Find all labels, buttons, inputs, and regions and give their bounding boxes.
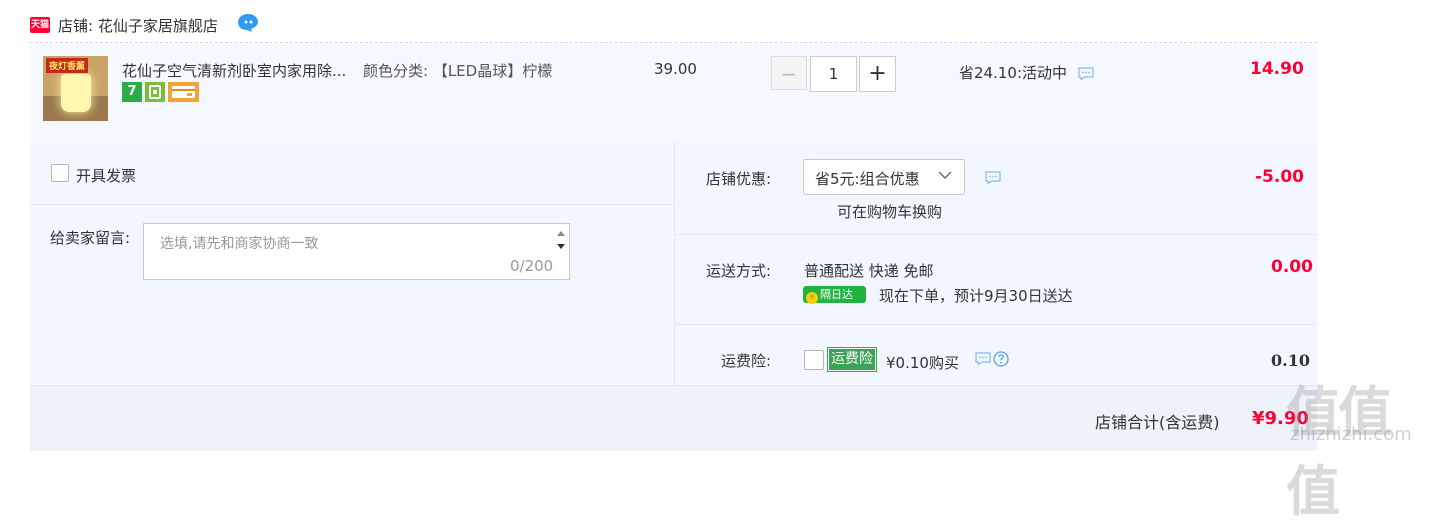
shipping-method: 普通配送 快递 免邮: [804, 262, 934, 280]
shipping-amount: 0.00: [1271, 257, 1313, 277]
memo-char-counter: 0/200: [510, 257, 554, 275]
promotion-status: 省24.10:活动中: [959, 62, 1094, 83]
shipping-insurance-checkbox[interactable]: [804, 350, 824, 370]
store-total-label: 店铺合计(含运费): [1095, 413, 1220, 432]
shipping-insurance-price: ¥0.10购买: [886, 354, 959, 372]
credit-card-icon[interactable]: [168, 82, 199, 102]
chat-bubble-icon[interactable]: [985, 171, 1001, 184]
watermark-site: zhizhizhi.com: [1290, 424, 1412, 445]
invoice-label[interactable]: 开具发票: [76, 165, 136, 186]
promotion-text: 省24.10:活动中: [959, 64, 1067, 82]
panel-divider: [674, 324, 1317, 325]
shop-discount-selected: 省5元:组合优惠: [815, 170, 920, 188]
memo-placeholder: 选填,请先和商家协商一致: [160, 236, 319, 252]
shop-discount-amount: -5.00: [1255, 167, 1304, 187]
chat-bubble-icon[interactable]: [975, 352, 991, 365]
shipping-eta: 现在下单，预计9月30日送达: [879, 287, 1073, 305]
shop-discount-note: 可在购物车换购: [837, 203, 943, 221]
guarantee-icon[interactable]: [145, 82, 165, 102]
shipping-insurance-label: 运费险:: [721, 352, 772, 370]
panel-divider: [30, 204, 674, 205]
product-sku: 颜色分类: 【LED晶球】柠檬: [363, 62, 553, 80]
thumbnail-caption: 夜灯香薰: [46, 58, 89, 73]
shipping-insurance-badge: 运费险: [827, 347, 877, 372]
memo-scroll-arrows[interactable]: [555, 226, 567, 254]
shipping-label: 运送方式:: [706, 262, 772, 280]
product-title-link[interactable]: 花仙子空气清新剂卧室内家用除...: [122, 60, 346, 81]
invoice-checkbox[interactable]: [51, 164, 69, 182]
wangwang-chat-icon[interactable]: [237, 13, 259, 33]
item-subtotal: 14.90: [1250, 59, 1304, 79]
shop-discount-label: 店铺优惠:: [706, 170, 772, 188]
product-thumbnail[interactable]: 夜灯香薰: [43, 56, 108, 121]
seven-day-return-icon[interactable]: 7: [122, 82, 142, 102]
store-name[interactable]: 店铺: 花仙子家居旗舰店: [58, 15, 218, 36]
cart-item-row: [30, 44, 1317, 142]
next-day-badge: ⚡ 隔日达: [803, 286, 866, 304]
next-day-badge-text: 隔日达: [820, 288, 853, 301]
memo-label: 给卖家留言:: [50, 229, 131, 247]
watermark-logo: 值值值: [1286, 380, 1392, 523]
chat-bubble-icon[interactable]: [1078, 67, 1094, 81]
panel-divider: [674, 234, 1317, 235]
quantity-decrease-button[interactable]: −: [771, 56, 807, 90]
service-icons: 7: [122, 82, 202, 102]
lightning-icon: ⚡: [806, 292, 818, 304]
quantity-increase-button[interactable]: +: [859, 56, 896, 92]
quantity-input[interactable]: 1: [810, 56, 857, 92]
help-question-icon[interactable]: [993, 351, 1009, 367]
chevron-down-icon: [938, 171, 952, 179]
tmall-logo-icon: 天猫: [30, 17, 50, 33]
unit-price: 39.00: [654, 60, 697, 78]
header-divider: [30, 42, 1317, 43]
